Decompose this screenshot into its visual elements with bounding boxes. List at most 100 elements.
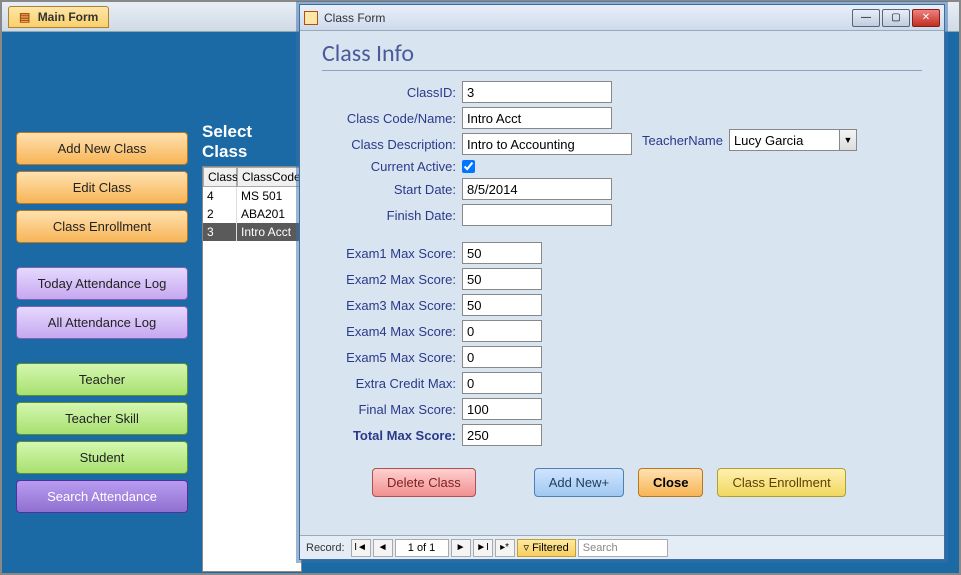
class-form-dialog: Class Form — ▢ ✕ Class Info ClassID: Cla… <box>299 4 945 560</box>
class-enrollment-button[interactable]: Class Enrollment <box>16 210 188 243</box>
class-table-header: ClassID ClassCode <box>203 167 301 187</box>
btn-label: Class Enrollment <box>732 475 830 490</box>
btn-label: Delete Class <box>387 475 461 490</box>
btn-label: Teacher Skill <box>65 411 139 426</box>
maximize-button[interactable]: ▢ <box>882 9 910 27</box>
label-exam5: Exam5 Max Score: <box>322 350 462 365</box>
dialog-title: Class Form <box>324 11 852 25</box>
label-teacher: TeacherName <box>642 133 723 148</box>
table-empty-area <box>203 241 301 571</box>
btn-label: Search Attendance <box>47 489 157 504</box>
dialog-titlebar[interactable]: Class Form — ▢ ✕ <box>300 5 944 31</box>
nav-last-button[interactable]: ►I <box>473 539 493 557</box>
action-buttons: Delete Class Add New+ Close Class Enroll… <box>372 468 922 497</box>
finishdate-field[interactable] <box>462 204 612 226</box>
nav-first-button[interactable]: I◄ <box>351 539 371 557</box>
header-classid[interactable]: ClassID <box>203 167 237 187</box>
cell-code: MS 501 <box>237 187 301 205</box>
class-enrollment-button[interactable]: Class Enrollment <box>717 468 845 497</box>
record-search-input[interactable]: Search <box>578 539 668 557</box>
btn-label: Add New Class <box>58 141 147 156</box>
btn-label: Student <box>80 450 125 465</box>
btn-label: Teacher <box>79 372 125 387</box>
label-exam4: Exam4 Max Score: <box>322 324 462 339</box>
btn-label: Add New+ <box>549 475 609 490</box>
btn-label: All Attendance Log <box>48 315 156 330</box>
label-active: Current Active: <box>322 159 462 174</box>
btn-label: Edit Class <box>73 180 132 195</box>
exam2-field[interactable] <box>462 268 542 290</box>
classdesc-field[interactable] <box>462 133 632 155</box>
label-exam3: Exam3 Max Score: <box>322 298 462 313</box>
table-row-selected[interactable]: 3 Intro Acct <box>203 223 301 241</box>
record-navigator: Record: I◄ ◄ 1 of 1 ► ►I ▸* ▿ Filtered S… <box>300 535 944 559</box>
form-icon <box>304 11 318 25</box>
search-attendance-button[interactable]: Search Attendance <box>16 480 188 513</box>
record-label: Record: <box>306 542 345 554</box>
exam1-field[interactable] <box>462 242 542 264</box>
table-row[interactable]: 4 MS 501 <box>203 187 301 205</box>
window-buttons: — ▢ ✕ <box>852 9 940 27</box>
header-classcode[interactable]: ClassCode <box>237 167 301 187</box>
dialog-heading: Class Info <box>322 39 922 68</box>
finalscore-field[interactable] <box>462 398 542 420</box>
delete-class-button[interactable]: Delete Class <box>372 468 476 497</box>
select-class-title: Select Class <box>202 122 302 162</box>
totalscore-field[interactable] <box>462 424 542 446</box>
exam5-field[interactable] <box>462 346 542 368</box>
classcode-field[interactable] <box>462 107 612 129</box>
extracredit-field[interactable] <box>462 372 542 394</box>
select-class-panel: Select Class ClassID ClassCode 4 MS 501 … <box>202 32 302 573</box>
nav-new-button[interactable]: ▸* <box>495 539 515 557</box>
add-new-class-button[interactable]: Add New Class <box>16 132 188 165</box>
btn-label: Class Enrollment <box>53 219 151 234</box>
teacher-input[interactable] <box>729 129 839 151</box>
divider <box>322 70 922 71</box>
label-classdesc: Class Description: <box>322 137 462 152</box>
filter-indicator[interactable]: ▿ Filtered <box>517 539 576 557</box>
exam3-field[interactable] <box>462 294 542 316</box>
cell-id: 2 <box>203 205 237 223</box>
close-button[interactable]: Close <box>638 468 703 497</box>
form-icon: ▤ <box>19 10 30 24</box>
cell-code: ABA201 <box>237 205 301 223</box>
label-classcode: Class Code/Name: <box>322 111 462 126</box>
btn-label: Close <box>653 475 688 490</box>
nav-next-button[interactable]: ► <box>451 539 471 557</box>
class-table: ClassID ClassCode 4 MS 501 2 ABA201 3 In… <box>202 166 302 572</box>
teacher-combobox[interactable]: ▼ <box>729 129 857 151</box>
chevron-down-icon[interactable]: ▼ <box>839 129 857 151</box>
dialog-body: Class Info ClassID: Class Code/Name: Cla… <box>300 31 944 533</box>
exam4-field[interactable] <box>462 320 542 342</box>
teacher-field-group: TeacherName ▼ <box>642 129 857 151</box>
filter-label: Filtered <box>532 540 569 556</box>
student-button[interactable]: Student <box>16 441 188 474</box>
sidebar: Add New Class Edit Class Class Enrollmen… <box>2 32 202 573</box>
label-exam1: Exam1 Max Score: <box>322 246 462 261</box>
close-window-button[interactable]: ✕ <box>912 9 940 27</box>
table-row[interactable]: 2 ABA201 <box>203 205 301 223</box>
all-attendance-log-button[interactable]: All Attendance Log <box>16 306 188 339</box>
label-start: Start Date: <box>322 182 462 197</box>
main-form-tab[interactable]: ▤ Main Form <box>8 6 109 28</box>
label-extra: Extra Credit Max: <box>322 376 462 391</box>
add-new-button[interactable]: Add New+ <box>534 468 624 497</box>
btn-label: Today Attendance Log <box>38 276 167 291</box>
minimize-button[interactable]: — <box>852 9 880 27</box>
label-total: Total Max Score: <box>322 428 462 443</box>
label-classid: ClassID: <box>322 85 462 100</box>
cell-id: 3 <box>203 223 237 241</box>
edit-class-button[interactable]: Edit Class <box>16 171 188 204</box>
active-checkbox[interactable] <box>462 160 475 173</box>
nav-prev-button[interactable]: ◄ <box>373 539 393 557</box>
filter-icon: ▿ <box>524 540 530 556</box>
record-position: 1 of 1 <box>395 539 449 557</box>
startdate-field[interactable] <box>462 178 612 200</box>
classid-field[interactable] <box>462 81 612 103</box>
teacher-skill-button[interactable]: Teacher Skill <box>16 402 188 435</box>
cell-id: 4 <box>203 187 237 205</box>
main-tab-label: Main Form <box>38 10 99 24</box>
cell-code: Intro Acct <box>237 223 301 241</box>
today-attendance-log-button[interactable]: Today Attendance Log <box>16 267 188 300</box>
teacher-button[interactable]: Teacher <box>16 363 188 396</box>
